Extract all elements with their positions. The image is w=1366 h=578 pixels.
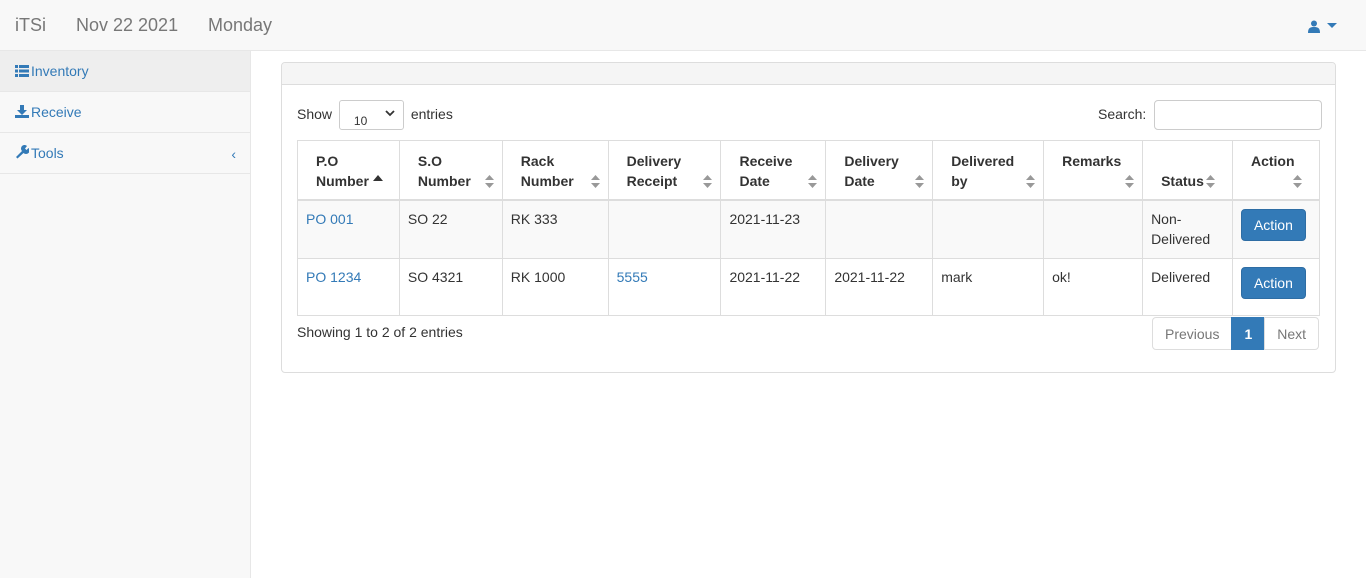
- entries-label: entries: [410, 106, 453, 122]
- table-row: PO 1234 SO 4321 RK 1000 5555 2021-11-22 …: [297, 257, 1321, 316]
- inventory-panel: Show 10 entries Search: P.O Number S.O Num…: [281, 62, 1336, 373]
- table-header-row: P.O Number S.O Number Rack Number Delivery R…: [297, 140, 1321, 201]
- column-header-po-number[interactable]: P.O Number: [297, 140, 400, 201]
- sidebar-item-tools[interactable]: Tools ‹: [0, 133, 250, 174]
- sidebar: Inventory Receive Tools ‹: [0, 51, 251, 578]
- previous-page-button[interactable]: Previous: [1152, 317, 1233, 350]
- delivery-receipt-link[interactable]: 5555: [607, 257, 722, 316]
- chevron-left-icon[interactable]: ‹: [231, 145, 236, 163]
- status-cell: Non-Delivered: [1142, 199, 1233, 259]
- sort-icon: [915, 175, 925, 188]
- brand-link[interactable]: iTSi: [15, 15, 46, 35]
- column-header-status[interactable]: Status: [1142, 140, 1233, 201]
- sort-icon: [1205, 175, 1215, 188]
- panel-heading: [282, 63, 1335, 85]
- current-date: Nov 22 2021: [76, 15, 179, 35]
- sidebar-item-receive[interactable]: Receive: [0, 92, 250, 133]
- chevron-down-icon: [385, 110, 395, 117]
- sidebar-item-inventory[interactable]: Inventory: [0, 51, 250, 92]
- so-number-cell: SO 22: [398, 199, 503, 259]
- search-input[interactable]: [1154, 100, 1323, 131]
- status-cell: Delivered: [1142, 257, 1233, 316]
- column-header-action[interactable]: Action: [1231, 140, 1321, 201]
- remarks-cell: [1043, 199, 1144, 259]
- sort-icon: [1026, 175, 1036, 188]
- sort-icon: [1125, 175, 1135, 188]
- receive-date-cell: 2021-11-22: [720, 257, 827, 316]
- list-icon: [15, 65, 29, 77]
- column-header-receive-date[interactable]: Receive Date: [720, 140, 827, 201]
- action-cell: Action: [1231, 257, 1321, 316]
- table-row: PO 001 SO 22 RK 333 2021-11-23 Non-Deliv…: [297, 199, 1321, 259]
- column-header-remarks[interactable]: Remarks: [1043, 140, 1144, 201]
- delivery-date-cell: 2021-11-22: [825, 257, 934, 316]
- user-icon: [1308, 20, 1320, 33]
- pagination: Previous 1 Next: [1152, 317, 1320, 350]
- table-info: Showing 1 to 2 of 2 entries: [297, 324, 463, 340]
- column-header-delivery-receipt[interactable]: Delivery Receipt: [607, 140, 722, 201]
- top-navbar: iTSi Nov 22 2021 Monday: [0, 0, 1366, 51]
- delivered-by-cell: [932, 199, 1045, 259]
- po-number-link[interactable]: PO 1234: [297, 257, 400, 316]
- search-control: Search:: [1098, 100, 1323, 131]
- search-label: Search:: [1098, 106, 1147, 122]
- delivery-date-cell: [825, 199, 934, 259]
- rack-number-cell: RK 333: [501, 199, 609, 259]
- delivery-receipt-link[interactable]: [607, 199, 722, 259]
- current-day: Monday: [208, 15, 273, 35]
- wrench-icon: [16, 144, 30, 159]
- column-header-delivered-by[interactable]: Delivered by: [932, 140, 1045, 201]
- delivered-by-cell: mark: [932, 257, 1045, 316]
- page-size-control: Show 10 entries: [297, 100, 453, 131]
- column-header-delivery-date[interactable]: Delivery Date: [825, 140, 934, 201]
- so-number-cell: SO 4321: [398, 257, 503, 316]
- rack-number-cell: RK 1000: [501, 257, 609, 316]
- user-menu-toggle[interactable]: [1308, 17, 1337, 33]
- sort-asc-icon: [372, 175, 383, 181]
- column-header-rack-number[interactable]: Rack Number: [501, 140, 609, 201]
- column-header-so-number[interactable]: S.O Number: [398, 140, 503, 201]
- page-1-button[interactable]: 1: [1231, 317, 1266, 350]
- show-label: Show: [297, 106, 333, 122]
- remarks-cell: ok!: [1043, 257, 1144, 316]
- page-size-select[interactable]: 10: [338, 100, 404, 131]
- action-cell: Action: [1231, 199, 1321, 259]
- sidebar-item-label: Tools: [31, 145, 64, 161]
- action-button[interactable]: Action: [1240, 266, 1306, 299]
- sidebar-item-label: Receive: [31, 104, 82, 120]
- caret-down-icon: [1326, 23, 1337, 29]
- sidebar-item-label: Inventory: [31, 63, 89, 79]
- sort-icon: [703, 175, 713, 188]
- sort-icon: [1293, 175, 1302, 188]
- receive-date-cell: 2021-11-23: [720, 199, 827, 259]
- download-icon: [15, 105, 29, 118]
- page-size-value: 10: [353, 114, 368, 129]
- inventory-table: P.O Number S.O Number Rack Number Delivery R…: [297, 140, 1321, 316]
- action-button[interactable]: Action: [1240, 209, 1306, 241]
- po-number-link[interactable]: PO 001: [297, 199, 400, 259]
- next-page-button[interactable]: Next: [1264, 317, 1320, 350]
- sort-icon: [808, 175, 818, 188]
- sort-icon: [590, 175, 600, 188]
- sort-icon: [484, 175, 494, 188]
